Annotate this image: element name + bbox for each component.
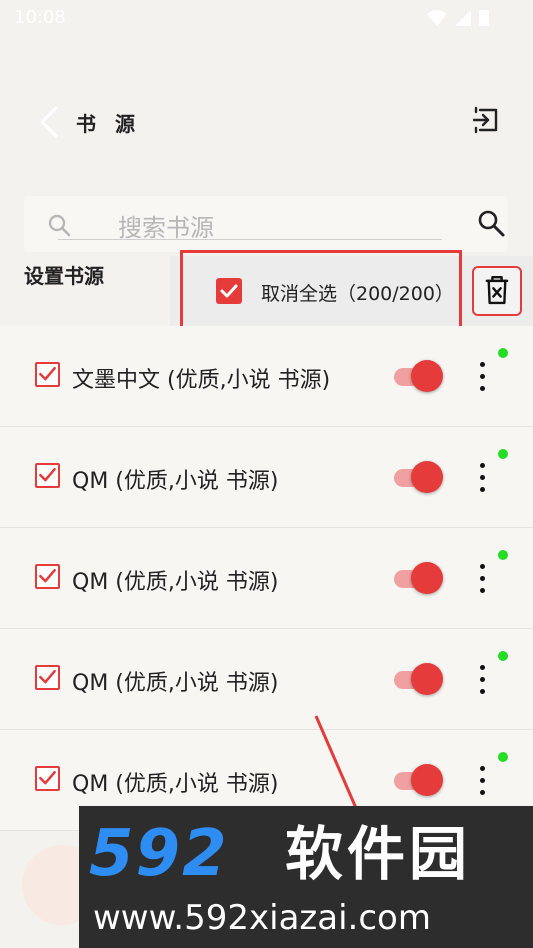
status-icons [427, 10, 489, 26]
more-vertical-icon [480, 564, 485, 569]
checkmark-icon [39, 770, 56, 785]
watermark: 592 软件园 www.592xiazai.com [79, 806, 533, 948]
source-checkbox[interactable] [35, 463, 60, 488]
section-title: 设置书源 [24, 264, 104, 288]
list-item[interactable]: QM (优质,小说 书源) [0, 629, 533, 730]
search-placeholder: 搜索书源 [118, 214, 214, 242]
more-vertical-icon [480, 463, 485, 468]
deselect-all-label[interactable]: 取消全选（200/200） [261, 279, 454, 306]
watermark-url: www.592xiazai.com [93, 898, 431, 938]
more-vertical-icon [480, 665, 485, 670]
status-time: 10:08 [14, 7, 66, 28]
status-dot [498, 651, 508, 661]
status-dot [498, 449, 508, 459]
source-checkbox[interactable] [35, 564, 60, 589]
status-dot [498, 550, 508, 560]
select-all-checkbox[interactable] [216, 278, 242, 304]
search-button[interactable] [476, 208, 506, 238]
signal-icon [455, 10, 471, 26]
checkmark-icon [39, 568, 56, 583]
status-dot [498, 752, 508, 762]
source-checkbox[interactable] [35, 665, 60, 690]
source-toggle[interactable] [394, 663, 444, 695]
import-icon [472, 106, 498, 134]
import-button[interactable] [470, 104, 502, 136]
checkmark-icon [39, 366, 56, 381]
checkmark-icon [39, 669, 56, 684]
checkmark-icon [220, 284, 238, 298]
more-button[interactable] [470, 461, 494, 495]
source-name: 文墨中文 (优质,小说 书源) [72, 368, 331, 393]
watermark-brand: 软件园 [285, 820, 472, 888]
status-dot [498, 348, 508, 358]
list-item[interactable]: QM (优质,小说 书源) [0, 427, 533, 528]
more-button[interactable] [470, 764, 494, 798]
more-button[interactable] [470, 360, 494, 394]
source-name: QM (优质,小说 书源) [72, 671, 279, 696]
watermark-number: 592 [89, 817, 229, 891]
source-name: QM (优质,小说 书源) [72, 570, 279, 595]
source-toggle[interactable] [394, 461, 444, 493]
source-name: QM (优质,小说 书源) [72, 469, 279, 494]
wifi-icon [427, 10, 447, 26]
source-name: QM (优质,小说 书源) [72, 772, 279, 797]
trash-icon [485, 276, 509, 305]
search-icon [478, 210, 505, 237]
delete-button[interactable] [472, 266, 522, 316]
source-toggle[interactable] [394, 562, 444, 594]
back-button[interactable] [36, 104, 62, 140]
search-input[interactable] [58, 202, 442, 240]
source-checkbox[interactable] [35, 766, 60, 791]
source-toggle[interactable] [394, 360, 444, 392]
battery-icon [479, 10, 489, 26]
list-item[interactable]: QM (优质,小说 书源) [0, 528, 533, 629]
app-bar: 书 源 [0, 90, 533, 154]
status-bar: 10:08 [0, 0, 533, 36]
source-checkbox[interactable] [35, 362, 60, 387]
chevron-left-icon [40, 106, 58, 138]
page-title: 书 源 [76, 112, 141, 136]
search-icon [48, 214, 71, 237]
checkmark-icon [39, 467, 56, 482]
search-bar: 搜索书源 [24, 196, 508, 252]
more-button[interactable] [470, 663, 494, 697]
source-toggle[interactable] [394, 764, 444, 796]
more-vertical-icon [480, 766, 485, 771]
more-vertical-icon [480, 362, 485, 367]
more-button[interactable] [470, 562, 494, 596]
list-item[interactable]: 文墨中文 (优质,小说 书源) [0, 326, 533, 427]
